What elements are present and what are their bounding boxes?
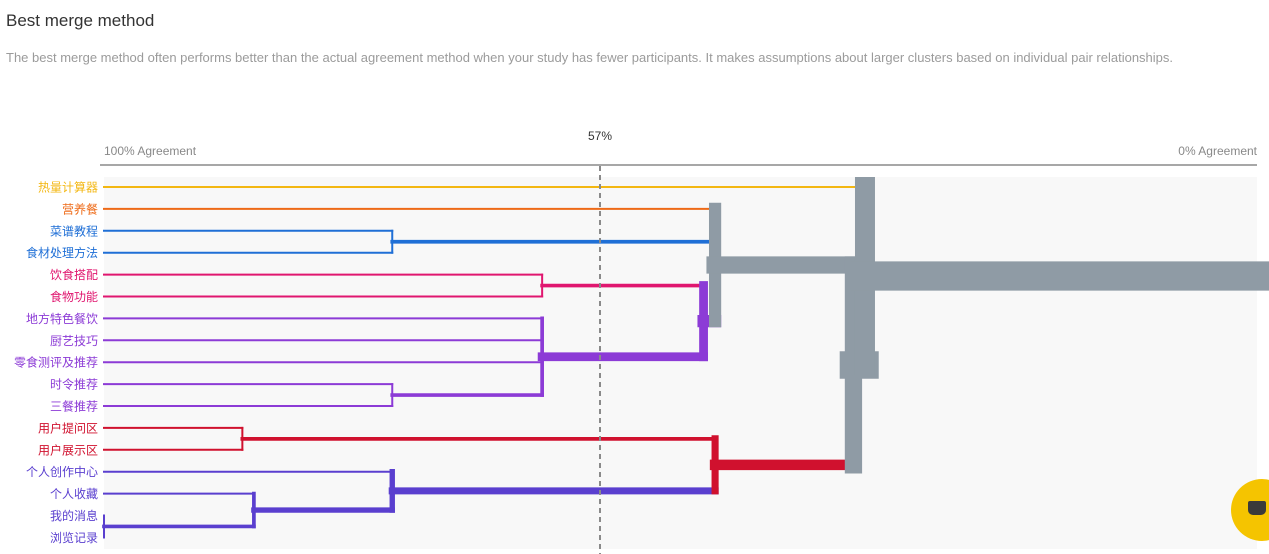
leaf-label: 时令推荐 (50, 377, 98, 392)
threshold-label: 57% (588, 129, 612, 143)
leaf-label: 饮食搭配 (50, 267, 98, 282)
leaf-label: 地方特色餐饮 (26, 311, 98, 326)
leaf-labels: 热量计算器营养餐菜谱教程食材处理方法饮食搭配食物功能地方特色餐饮厨艺技巧零食测评… (14, 180, 98, 545)
leaf-label: 个人收藏 (50, 487, 98, 501)
leaf-label: 用户展示区 (38, 442, 98, 457)
leaf-label: 营养餐 (62, 201, 98, 216)
dendrogram-chart: 100% Agreement 0% Agreement 57% 热量计算器营养餐… (14, 129, 1269, 554)
leaf-label: 用户提问区 (38, 420, 98, 435)
leaf-label: 个人创作中心 (26, 464, 98, 479)
leaf-label: 食材处理方法 (26, 245, 98, 260)
leaf-label: 食物功能 (50, 289, 98, 304)
leaf-label: 厨艺技巧 (50, 334, 98, 348)
leaf-label: 菜谱教程 (50, 223, 98, 238)
axis-label-left: 100% Agreement (104, 144, 197, 158)
leaf-label: 零食测评及推荐 (14, 355, 98, 370)
chat-icon (1248, 501, 1266, 515)
leaf-label: 我的消息 (50, 508, 98, 523)
axis-label-right: 0% Agreement (1178, 144, 1257, 158)
leaf-label: 三餐推荐 (50, 399, 98, 414)
leaf-label: 浏览记录 (50, 530, 98, 545)
leaf-label: 热量计算器 (38, 180, 98, 195)
